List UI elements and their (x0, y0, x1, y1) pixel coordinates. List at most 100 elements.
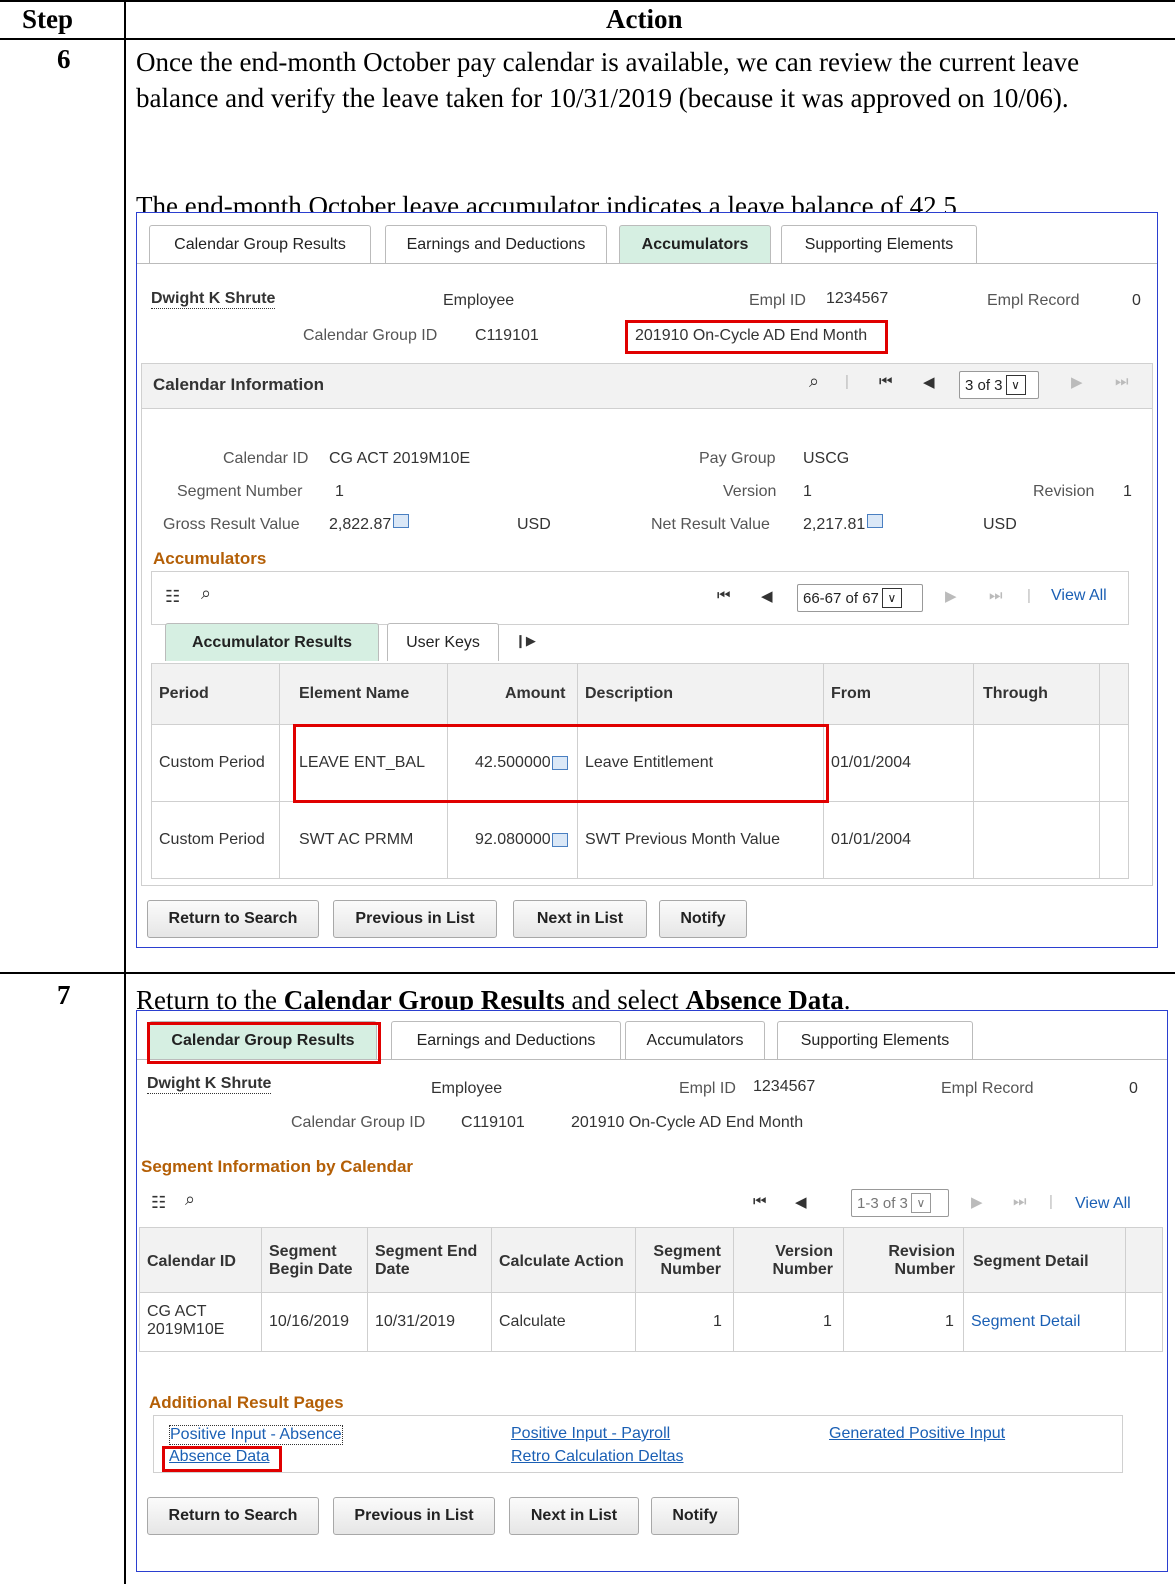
first-page-icon[interactable]: ⏮ (753, 1193, 767, 1210)
last-page-icon[interactable]: ⏭ (989, 587, 1003, 604)
segment-number: 1 (335, 483, 344, 500)
divider-icon: | (1049, 1193, 1053, 1210)
employee-name[interactable]: Dwight K Shrute (151, 290, 276, 309)
highlight-leave-balance-row (293, 724, 829, 803)
generated-positive-input-link[interactable]: Generated Positive Input (829, 1425, 1005, 1443)
search-icon[interactable]: ⌕ (185, 1189, 195, 1210)
row-end-date: 10/31/2019 (375, 1313, 456, 1330)
return-to-search-button[interactable]: Return to Search (147, 900, 319, 938)
notify-button[interactable]: Notify (651, 1497, 739, 1535)
next-in-list-button[interactable]: Next in List (509, 1497, 639, 1535)
table-header-rule (0, 38, 1175, 40)
gross-currency: USD (517, 516, 551, 533)
col-sep (491, 1227, 492, 1351)
previous-icon[interactable]: ◀ (761, 587, 773, 605)
view-all-link[interactable]: View All (1051, 587, 1107, 605)
chevron-down-icon: ∨ (881, 588, 902, 608)
tab-supporting-elements[interactable]: Supporting Elements (781, 225, 977, 263)
tab-user-keys[interactable]: User Keys (387, 623, 499, 661)
tab-accumulator-results[interactable]: Accumulator Results (165, 623, 379, 661)
version: 1 (803, 483, 812, 500)
search-icon[interactable]: ⌕ (201, 583, 211, 604)
previous-icon[interactable]: ◀ (923, 373, 935, 391)
notify-button[interactable]: Notify (659, 900, 747, 938)
calendar-pager-select[interactable]: 3 of 3 ∨ (959, 371, 1039, 399)
row-2-from: 01/01/2004 (831, 831, 912, 848)
calendar-group-label: Calendar Group ID (303, 327, 438, 344)
step-number: 7 (57, 980, 71, 1010)
retro-calculation-deltas-link[interactable]: Retro Calculation Deltas (511, 1448, 684, 1466)
accumulator-pager-select[interactable]: 66-67 of 67 ∨ (797, 584, 923, 612)
previous-in-list-button[interactable]: Previous in List (333, 900, 497, 938)
step-6-text: Once the end-month October pay calendar … (136, 47, 1080, 113)
first-page-icon[interactable]: ⏮ (717, 587, 731, 604)
positive-input-payroll-link[interactable]: Positive Input - Payroll (511, 1425, 670, 1443)
col-period: Period (159, 685, 209, 702)
employee-label: Employee (443, 292, 515, 309)
employee-name[interactable]: Dwight K Shrute (147, 1075, 272, 1094)
employee-label: Employee (431, 1080, 503, 1097)
col-sep (963, 1227, 964, 1351)
tab-earnings-deductions[interactable]: Earnings and Deductions (391, 1021, 621, 1059)
calendar-info-title: Calendar Information (153, 375, 324, 394)
next-icon[interactable]: ▶ (1071, 373, 1083, 391)
next-icon[interactable]: ▶ (945, 587, 957, 605)
view-all-link[interactable]: View All (1075, 1195, 1131, 1213)
row-2-amount: 92.080000 (475, 831, 568, 849)
previous-icon[interactable]: ◀ (795, 1193, 807, 1211)
tab-calendar-group-results[interactable]: Calendar Group Results (149, 225, 371, 263)
row-1-period: Custom Period (159, 754, 265, 771)
next-icon[interactable]: ▶ (971, 1193, 983, 1211)
positive-input-absence-link[interactable]: Positive Input - Absence (169, 1425, 343, 1445)
table-top-border (0, 0, 1175, 2)
first-page-icon[interactable]: ⏮ (879, 373, 893, 390)
chevron-down-icon: ∨ (1005, 375, 1026, 395)
tab-supporting-elements[interactable]: Supporting Elements (777, 1021, 973, 1059)
search-icon[interactable]: ⌕ (809, 371, 819, 392)
net-result-label: Net Result Value (651, 516, 770, 533)
last-page-icon[interactable]: ⏭ (1115, 373, 1129, 390)
screenshot-accumulators: Calendar Group Results Earnings and Dedu… (136, 212, 1158, 948)
grid-border-right (1128, 663, 1129, 879)
next-in-list-button[interactable]: Next in List (513, 900, 647, 938)
tab-accumulators[interactable]: Accumulators (625, 1021, 765, 1059)
net-result-value: 2,217.81 (803, 513, 884, 534)
gross-result-label: Gross Result Value (163, 516, 300, 533)
step-number: 6 (57, 44, 71, 74)
show-all-columns-icon[interactable]: ❙▶ (515, 633, 536, 649)
col-sep (635, 1227, 636, 1351)
segment-pager-select[interactable]: 1-3 of 3 ∨ (851, 1189, 949, 1217)
col-segment-end: Segment End Date (375, 1243, 478, 1278)
calendar-pager-value: 3 of 3 (965, 376, 1003, 394)
grid-personalize-icon[interactable]: ☷ (151, 1193, 166, 1213)
row-2-element: SWT AC PRMM (299, 831, 414, 848)
row-segment-number: 1 (713, 1313, 722, 1330)
calendar-group-description: 201910 On-Cycle AD End Month (571, 1114, 804, 1131)
tab-earnings-deductions[interactable]: Earnings and Deductions (385, 225, 607, 263)
calculator-icon[interactable] (551, 832, 568, 847)
divider-icon: | (845, 373, 849, 390)
col-sep (1099, 663, 1100, 879)
calculator-icon[interactable] (393, 513, 410, 528)
panel-border-left (141, 409, 142, 885)
panel-border-bottom (141, 885, 1153, 886)
calculator-icon[interactable] (867, 513, 884, 528)
revision-label: Revision (1033, 483, 1095, 500)
grid-border-right (1162, 1227, 1163, 1351)
return-to-search-button[interactable]: Return to Search (147, 1497, 319, 1535)
screenshot-calendar-group-results: Calendar Group Results Earnings and Dedu… (136, 1010, 1168, 1572)
last-page-icon[interactable]: ⏭ (1013, 1193, 1027, 1210)
table-row-rule (0, 972, 1175, 974)
empl-id: 1234567 (826, 290, 889, 307)
calendar-group-label: Calendar Group ID (291, 1114, 426, 1131)
tab-accumulators[interactable]: Accumulators (619, 225, 771, 263)
grid-personalize-icon[interactable]: ☷ (165, 587, 180, 607)
previous-in-list-button[interactable]: Previous in List (333, 1497, 495, 1535)
empl-id: 1234567 (753, 1078, 816, 1095)
accumulators-section-title: Accumulators (153, 549, 267, 568)
row-calculate-action: Calculate (499, 1313, 566, 1330)
highlight-absence-data-link (162, 1446, 282, 1472)
col-sep (261, 1227, 262, 1351)
segment-detail-link[interactable]: Segment Detail (971, 1313, 1080, 1331)
col-sep (279, 663, 280, 879)
